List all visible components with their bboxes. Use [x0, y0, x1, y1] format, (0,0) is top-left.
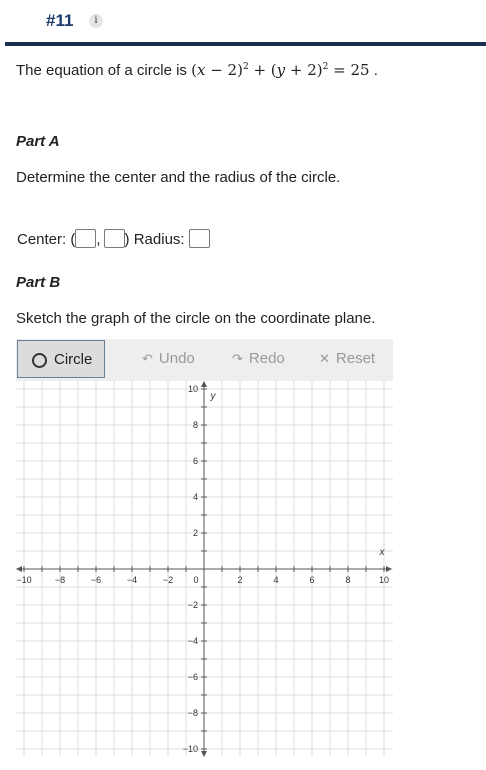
- origin-label: 0: [193, 575, 198, 585]
- x-axis-label: x: [379, 547, 386, 558]
- y-tick-label: 6: [193, 456, 198, 466]
- y-tick-label: −2: [188, 600, 198, 610]
- x-tick-label: −6: [91, 575, 101, 585]
- x-tick-label: 8: [345, 575, 350, 585]
- y-tick-label: 10: [188, 384, 198, 394]
- x-tick-label: 4: [273, 575, 278, 585]
- y-tick-label: −8: [188, 708, 198, 718]
- y-axis-label: y: [210, 391, 217, 402]
- y-tick-label: 2: [193, 528, 198, 538]
- y-tick-label: 8: [193, 420, 198, 430]
- coordinate-plane[interactable]: −10 −8 −6 −4 −2 2 4 6 8 10 −10 −8 −6 −4 −2 2 4 6 8 10 0 x y: [0, 0, 486, 770]
- x-tick-label: −4: [127, 575, 137, 585]
- x-tick-label: −2: [163, 575, 173, 585]
- x-tick-label: −8: [55, 575, 65, 585]
- y-tick-label: −6: [188, 672, 198, 682]
- x-tick-label: 6: [309, 575, 314, 585]
- x-tick-label: 10: [379, 575, 389, 585]
- y-tick-label: 4: [193, 492, 198, 502]
- y-tick-label: −10: [183, 744, 198, 754]
- x-tick-label: −10: [16, 575, 31, 585]
- y-tick-label: −4: [188, 636, 198, 646]
- x-tick-label: 2: [237, 575, 242, 585]
